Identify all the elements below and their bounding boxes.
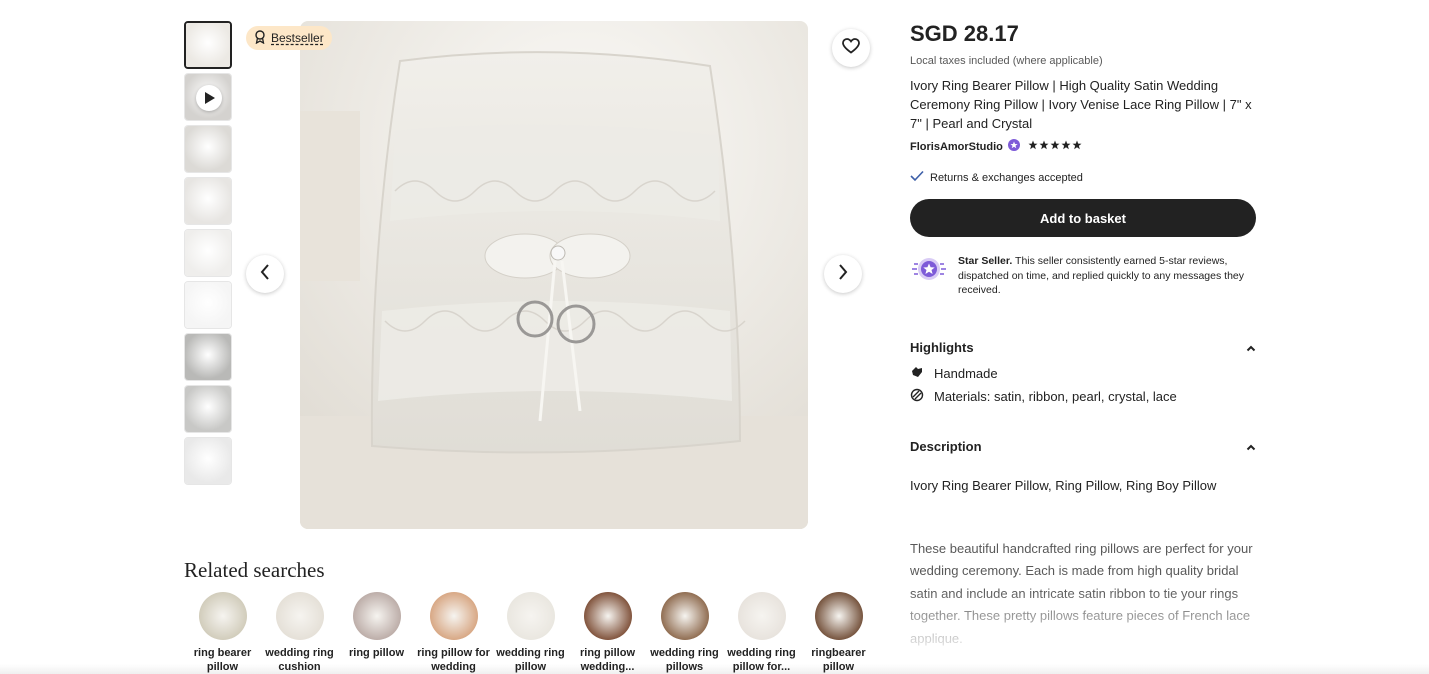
related-search-item[interactable]: ringbearer pillow [800, 592, 877, 674]
star-icon [1050, 140, 1060, 153]
thumbnail-8[interactable] [184, 385, 232, 433]
add-to-basket-button[interactable]: Add to basket [910, 199, 1256, 237]
seller-row: FlorisAmorStudio [910, 139, 1256, 154]
highlight-item: Materials: satin, ribbon, pearl, crystal… [910, 388, 1256, 405]
related-search-item[interactable]: wedding ring pillow for... [723, 592, 800, 674]
star-seller-heading: Star Seller. [958, 255, 1013, 267]
thumbnail-image [185, 282, 231, 328]
thumbnail-image [185, 438, 231, 484]
related-searches-heading: Related searches [184, 558, 325, 582]
returns-note: Returns & exchanges accepted [910, 170, 1256, 185]
related-search-image [198, 592, 247, 640]
hand-icon [910, 365, 924, 382]
thumbnail-image [186, 23, 230, 67]
highlight-label: Materials: satin, ribbon, pearl, crystal… [934, 388, 1177, 404]
related-search-item[interactable]: wedding ring pillow [492, 592, 569, 674]
related-search-image [660, 592, 709, 640]
star-seller-info: Star Seller. This seller consistently ea… [910, 254, 1256, 298]
thumbnail-4[interactable] [184, 177, 232, 225]
related-search-item[interactable]: ring pillow wedding... [569, 592, 646, 674]
award-ribbon-icon [254, 29, 266, 47]
thumbnail-6[interactable] [184, 281, 232, 329]
favorite-button[interactable] [832, 29, 870, 67]
star-icon [1028, 140, 1038, 153]
description-summary: Ivory Ring Bearer Pillow, Ring Pillow, R… [910, 477, 1217, 493]
thumbnail-image [185, 334, 231, 380]
related-search-item[interactable]: wedding ring cushion [261, 592, 338, 674]
price: SGD 28.17 [910, 21, 1019, 46]
related-search-image [352, 592, 401, 640]
related-search-image [583, 592, 632, 640]
play-icon [196, 85, 222, 111]
related-search-image [814, 592, 863, 640]
highlights-section: Highlights Handmade Materials: satin, rib… [910, 340, 1256, 405]
next-image-button[interactable] [824, 255, 862, 293]
thumbnail-image [185, 386, 231, 432]
highlights-list: Handmade Materials: satin, ribbon, pearl,… [910, 365, 1256, 405]
star-icon [1072, 140, 1082, 153]
checkmark-icon [910, 170, 924, 185]
related-search-image [275, 592, 324, 640]
star-seller-icon [910, 254, 948, 298]
bestseller-label: Bestseller [271, 31, 324, 45]
tax-note: Local taxes included (where applicable) [910, 55, 1103, 67]
thumbnail-image [185, 230, 231, 276]
highlights-heading: Highlights [910, 339, 974, 355]
related-search-item[interactable]: ring bearer pillow [184, 592, 261, 674]
chevron-right-icon [838, 263, 848, 285]
seller-name[interactable]: FlorisAmorStudio [910, 141, 1003, 153]
related-searches-list: ring bearer pillowwedding ring cushion ri… [184, 592, 877, 674]
related-search-label: ring pillow [349, 647, 404, 659]
related-search-image [737, 592, 786, 640]
thumbnail-3[interactable] [184, 125, 232, 173]
highlights-toggle[interactable]: Highlights [910, 340, 1256, 355]
thumbnail-7[interactable] [184, 333, 232, 381]
materials-icon [910, 388, 924, 405]
thumbnail-2[interactable] [184, 73, 232, 121]
related-search-item[interactable]: wedding ring pillows [646, 592, 723, 674]
thumbnail-image [185, 178, 231, 224]
related-search-image [506, 592, 555, 640]
thumbnail-5[interactable] [184, 229, 232, 277]
highlight-label: Handmade [934, 365, 998, 381]
description-toggle[interactable]: Description [910, 439, 1256, 454]
thumbnail-strip [184, 21, 232, 489]
star-seller-description: Star Seller. This seller consistently ea… [958, 254, 1254, 298]
thumbnail-1[interactable] [184, 21, 232, 69]
chevron-left-icon [260, 263, 270, 285]
related-search-image [429, 592, 478, 640]
description-heading: Description [910, 438, 982, 454]
thumbnail-9[interactable] [184, 437, 232, 485]
description-fade-overlay [900, 590, 1270, 674]
bestseller-badge[interactable]: Bestseller [246, 26, 332, 50]
main-product-image[interactable] [300, 21, 808, 529]
chevron-up-icon [1246, 439, 1256, 454]
product-title: Ivory Ring Bearer Pillow | High Quality … [910, 78, 1252, 131]
related-search-item[interactable]: ring pillow [338, 592, 415, 674]
star-icon [1039, 140, 1049, 153]
ring-pillow-photo [300, 21, 808, 529]
star-icon [1061, 140, 1071, 153]
thumbnail-image [185, 126, 231, 172]
star-seller-badge-icon [1007, 139, 1020, 154]
related-search-item[interactable]: ring pillow for wedding [415, 592, 492, 674]
chevron-up-icon [1246, 340, 1256, 355]
highlight-item: Handmade [910, 365, 1256, 382]
heart-icon [842, 37, 860, 59]
product-info-panel: SGD 28.17 Local taxes included (where ap… [910, 21, 1256, 650]
returns-label: Returns & exchanges accepted [930, 171, 1083, 184]
previous-image-button[interactable] [246, 255, 284, 293]
bottom-sticky-shadow [0, 664, 1429, 674]
rating-stars[interactable] [1028, 140, 1082, 153]
